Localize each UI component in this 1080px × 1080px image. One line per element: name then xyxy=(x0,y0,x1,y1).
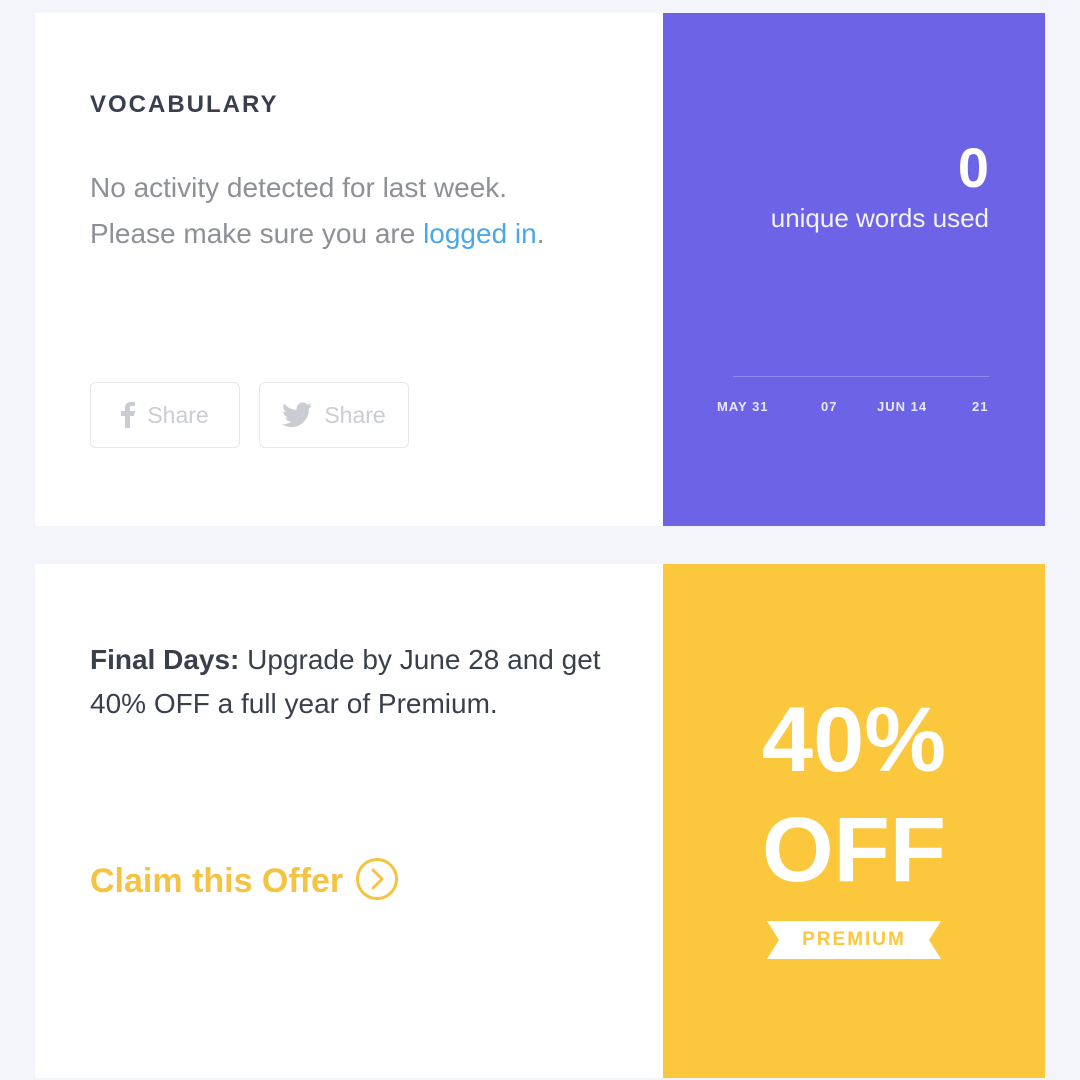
message-line-2-prefix: Please make sure you are xyxy=(90,218,424,249)
discount-off: OFF xyxy=(762,799,946,901)
premium-ribbon-label: PREMIUM xyxy=(802,929,906,950)
timeline-axis xyxy=(733,376,989,377)
axis-tick-07: 07 xyxy=(821,399,838,414)
offer-lead-bold: Final Days: xyxy=(90,644,240,675)
vocabulary-stats-panel: 0 unique words used MAY 31 07 JUN 14 21 xyxy=(663,13,1045,526)
unique-words-count: 0 xyxy=(957,136,989,199)
vocabulary-content: VOCABULARY No activity detected for last… xyxy=(35,13,663,526)
offer-description: Final Days: Upgrade by June 28 and get 4… xyxy=(90,638,650,726)
message-line-2-suffix: . xyxy=(536,218,545,249)
twitter-icon xyxy=(282,402,313,428)
share-facebook-label: Share xyxy=(147,401,209,428)
axis-tick-jun-14: JUN 14 xyxy=(877,399,928,414)
offer-badge-panel: 40% OFF PREMIUM xyxy=(663,564,1045,1078)
logged-in-link[interactable]: logged in xyxy=(423,218,537,249)
chevron-right-circle-icon xyxy=(355,857,399,906)
activity-message: No activity detected for last week. Plea… xyxy=(90,165,650,257)
vocabulary-card: VOCABULARY No activity detected for last… xyxy=(35,13,1045,526)
vocabulary-heading: VOCABULARY xyxy=(90,91,279,118)
share-twitter-label: Share xyxy=(324,401,386,428)
offer-content: Final Days: Upgrade by June 28 and get 4… xyxy=(35,564,663,1078)
axis-tick-21: 21 xyxy=(972,399,989,414)
claim-offer-button[interactable]: Claim this Offer xyxy=(90,857,399,906)
message-line-1: No activity detected for last week. xyxy=(90,172,508,203)
unique-words-label: unique words used xyxy=(770,203,989,233)
share-facebook-button[interactable]: Share xyxy=(90,382,240,448)
share-twitter-button[interactable]: Share xyxy=(259,382,409,448)
axis-tick-may-31: MAY 31 xyxy=(717,399,769,414)
discount-percent: 40% xyxy=(761,689,947,791)
facebook-icon xyxy=(121,402,136,428)
offer-card: Final Days: Upgrade by June 28 and get 4… xyxy=(35,564,1045,1078)
claim-offer-label: Claim this Offer xyxy=(90,862,344,900)
